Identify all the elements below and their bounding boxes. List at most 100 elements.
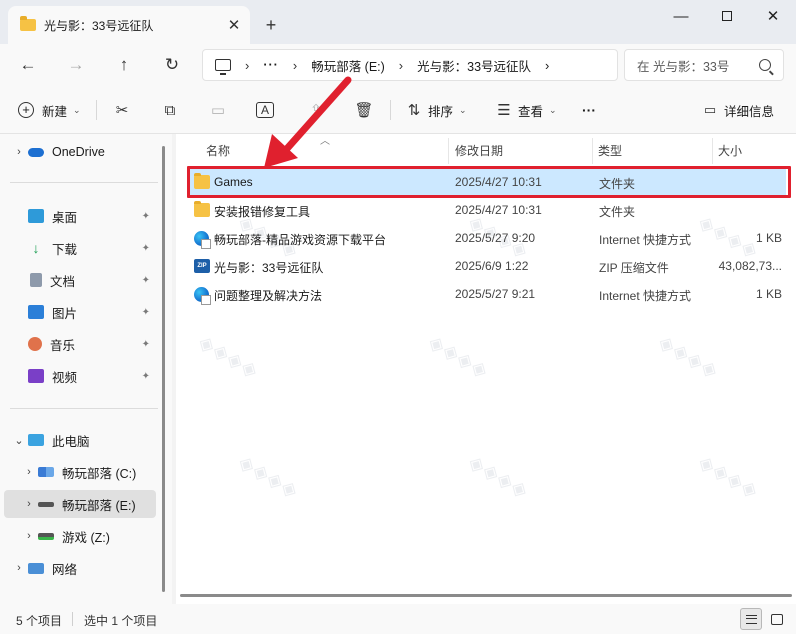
sidebar-item-label: 文档 <box>50 274 76 289</box>
column-divider[interactable] <box>712 138 713 164</box>
picture-icon <box>28 305 44 319</box>
sidebar-item-documents[interactable]: 文档 ✦ <box>4 266 156 294</box>
file-name: 光与影：33号远征队 <box>214 261 324 275</box>
delete-button[interactable]: 🗑 <box>354 96 374 124</box>
more-options-button[interactable]: ··· <box>582 96 596 124</box>
share-button[interactable]: ⇪ <box>306 96 326 124</box>
chevron-right-icon: › <box>398 57 404 73</box>
chevron-down-icon: ⌄ <box>73 104 81 115</box>
sidebar-item-music[interactable]: 音乐 ✦ <box>4 330 156 358</box>
tab-title: 光与影：33号远征队 <box>44 18 154 33</box>
close-window-button[interactable]: ✕ <box>750 0 796 32</box>
search-input[interactable]: 在 光与影：33号 <box>624 49 784 81</box>
network-icon <box>28 562 44 574</box>
rename-button[interactable]: A <box>256 96 274 124</box>
new-button[interactable]: + 新建 ⌄ <box>18 96 81 124</box>
breadcrumb-drive[interactable]: 畅玩部落 (E:) <box>311 56 385 75</box>
paste-button[interactable]: ▭ <box>208 96 228 124</box>
sidebar-item-desktop[interactable]: 桌面 ✦ <box>4 202 156 230</box>
column-header-date[interactable]: 修改日期 <box>455 142 503 159</box>
file-size: 43,082,73... <box>718 259 782 273</box>
item-count: 5 个项目 <box>16 614 63 628</box>
maximize-button[interactable] <box>704 0 750 32</box>
watermark: ◈◈◈◈ <box>424 331 493 383</box>
new-tab-button[interactable]: + <box>258 12 284 38</box>
watermark: ◈◈◈◈ <box>194 331 263 383</box>
search-placeholder: 在 光与影：33号 <box>637 59 730 74</box>
column-header-size[interactable]: 大小 <box>718 142 742 159</box>
table-row[interactable]: 安装报错修复工具 2025/4/27 10:31 文件夹 <box>188 196 786 224</box>
sidebar-item-label: 图片 <box>52 306 78 321</box>
file-size: 1 KB <box>755 287 782 301</box>
column-header-type[interactable]: 类型 <box>598 142 622 159</box>
file-type: 文件夹 <box>599 205 636 219</box>
pin-icon: ✦ <box>141 370 150 382</box>
internet-shortcut-icon <box>194 231 211 249</box>
minimize-button[interactable]: — <box>658 0 704 32</box>
tiles-view-button[interactable] <box>766 608 788 630</box>
file-name: 问题整理及解决方法 <box>214 289 323 303</box>
pin-icon: ✦ <box>141 274 150 286</box>
details-pane-label: 详细信息 <box>724 104 775 119</box>
file-date: 2025/6/9 1:22 <box>455 259 529 273</box>
pin-icon: ✦ <box>141 210 150 222</box>
close-tab-button[interactable]: ✕ <box>222 13 246 37</box>
table-row[interactable]: 问题整理及解决方法 2025/5/27 9:21 Internet 快捷方式 1… <box>188 280 786 308</box>
table-row[interactable]: 畅玩部落-精品游戏资源下载平台 2025/5/27 9:20 Internet … <box>188 224 786 252</box>
column-divider[interactable] <box>592 138 593 164</box>
share-icon: ⇪ <box>309 102 323 119</box>
sidebar-scrollbar[interactable] <box>162 146 165 592</box>
folder-icon <box>20 16 36 31</box>
music-icon <box>28 337 42 351</box>
address-bar[interactable]: › ··· › 畅玩部落 (E:) › 光与影：33号远征队 › <box>202 49 618 81</box>
view-button[interactable]: ☰ 查看 ⌄ <box>494 96 557 124</box>
table-row[interactable]: ZIP 光与影：33号远征队 2025/6/9 1:22 ZIP 压缩文件 43… <box>188 252 786 280</box>
breadcrumb-more[interactable]: ··· <box>263 58 279 72</box>
column-divider[interactable] <box>448 138 449 164</box>
sidebar-item-drive-e[interactable]: › 畅玩部落 (E:) <box>4 490 156 518</box>
view-button-label: 查看 <box>518 104 544 119</box>
up-button[interactable]: ↑ <box>108 49 140 81</box>
sidebar-item-drive-z[interactable]: › 游戏 (Z:) <box>14 522 156 550</box>
folder-icon <box>194 201 210 217</box>
status-bar: 5 个项目 选中 1 个项目 <box>0 604 796 634</box>
sidebar-item-pictures[interactable]: 图片 ✦ <box>4 298 156 326</box>
breadcrumb-expand-icon[interactable]: › <box>545 58 549 73</box>
zip-file-icon: ZIP <box>194 259 210 273</box>
cut-button[interactable]: ✂ <box>112 96 132 124</box>
tab-current-folder[interactable]: 光与影：33号远征队 ✕ <box>8 6 250 44</box>
sidebar-item-drive-c[interactable]: › 畅玩部落 (C:) <box>14 458 156 486</box>
sidebar-item-label: 网络 <box>52 562 78 577</box>
details-view-button[interactable] <box>740 608 762 630</box>
watermark: ◈◈◈◈ <box>234 451 303 503</box>
sidebar-item-label: 下载 <box>52 242 78 257</box>
chevron-right-icon: › <box>17 562 21 574</box>
sort-button[interactable]: ⇅ 排序 ⌄ <box>404 96 467 124</box>
file-date: 2025/5/27 9:20 <box>455 231 536 245</box>
chevron-right-icon: › <box>17 146 21 158</box>
column-header-name[interactable]: 名称 <box>206 142 230 159</box>
forward-button[interactable]: → <box>60 49 92 81</box>
copy-button[interactable]: ⧉ <box>160 96 180 124</box>
drive-icon <box>38 532 54 540</box>
horizontal-scrollbar[interactable] <box>180 594 792 597</box>
details-pane-icon: ▭ <box>703 102 717 117</box>
chevron-down-icon: ⌄ <box>549 104 557 115</box>
internet-shortcut-icon <box>194 287 211 305</box>
sidebar-item-this-pc[interactable]: ⌄ 此电脑 <box>4 426 156 454</box>
breadcrumb-current-folder[interactable]: 光与影：33号远征队 <box>417 56 531 75</box>
file-name: 安装报错修复工具 <box>214 205 311 219</box>
sidebar-item-network[interactable]: › 网络 <box>4 554 156 582</box>
refresh-button[interactable]: ↻ <box>156 49 188 81</box>
sidebar-item-downloads[interactable]: ↓ 下载 ✦ <box>4 234 156 262</box>
back-button[interactable]: ← <box>12 49 44 81</box>
file-type: ZIP 压缩文件 <box>599 261 669 275</box>
sidebar-item-videos[interactable]: 视频 ✦ <box>4 362 156 390</box>
copy-icon: ⧉ <box>164 101 176 119</box>
sidebar-item-label: 畅玩部落 (E:) <box>62 498 136 513</box>
details-pane-button[interactable]: ▭ 详细信息 <box>700 96 774 124</box>
chevron-right-icon: › <box>245 57 250 73</box>
sidebar-item-label: OneDrive <box>52 145 105 159</box>
windows-drive-icon <box>38 467 54 477</box>
sidebar-item-onedrive[interactable]: › OneDrive <box>4 138 156 166</box>
